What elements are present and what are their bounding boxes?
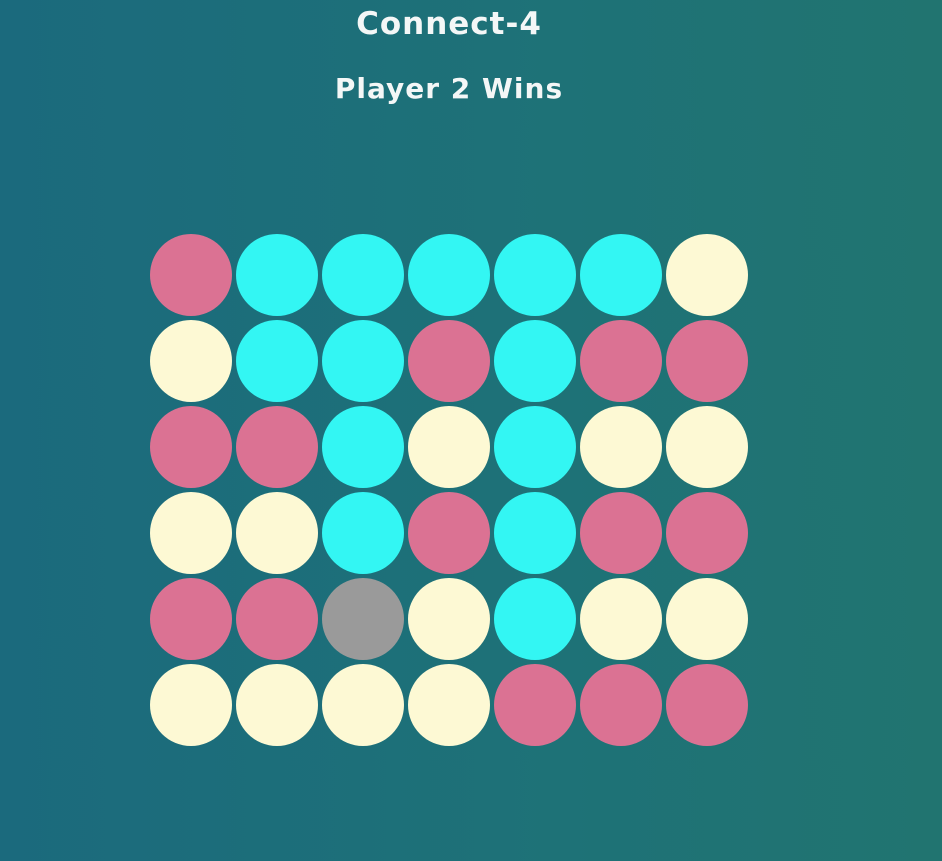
board-cell-r3-c2[interactable]: [236, 406, 318, 488]
board-cell-r1-c3[interactable]: [322, 234, 404, 316]
board-cell-r6-c6[interactable]: [580, 664, 662, 746]
board-cell-r3-c1[interactable]: [150, 406, 232, 488]
board-cell-r1-c4[interactable]: [408, 234, 490, 316]
board-cell-r6-c2[interactable]: [236, 664, 318, 746]
game-status: Player 2 Wins: [334, 72, 564, 105]
board-cell-r4-c4[interactable]: [408, 492, 490, 574]
board-cell-r2-c4[interactable]: [408, 320, 490, 402]
board-cell-r5-c4[interactable]: [408, 578, 490, 660]
board-cell-r2-c2[interactable]: [236, 320, 318, 402]
board-cell-r1-c1[interactable]: [150, 234, 232, 316]
board-cell-r2-c6[interactable]: [580, 320, 662, 402]
board-cell-r3-c6[interactable]: [580, 406, 662, 488]
board-cell-r2-c7[interactable]: [666, 320, 748, 402]
board-cell-r6-c3[interactable]: [322, 664, 404, 746]
board-cell-r5-c3[interactable]: [322, 578, 404, 660]
board-cell-r4-c2[interactable]: [236, 492, 318, 574]
board-cell-r5-c2[interactable]: [236, 578, 318, 660]
board-cell-r6-c4[interactable]: [408, 664, 490, 746]
board-cell-r5-c7[interactable]: [666, 578, 748, 660]
board-cell-r4-c6[interactable]: [580, 492, 662, 574]
board-cell-r4-c1[interactable]: [150, 492, 232, 574]
board-cell-r6-c5[interactable]: [494, 664, 576, 746]
game-title: Connect-4: [356, 6, 542, 42]
board-cell-r4-c5[interactable]: [494, 492, 576, 574]
board-cell-r3-c3[interactable]: [322, 406, 404, 488]
board-cell-r1-c2[interactable]: [236, 234, 318, 316]
board-cell-r5-c6[interactable]: [580, 578, 662, 660]
board-cell-r3-c4[interactable]: [408, 406, 490, 488]
board-cell-r2-c3[interactable]: [322, 320, 404, 402]
board-cell-r6-c7[interactable]: [666, 664, 748, 746]
board-cell-r3-c7[interactable]: [666, 406, 748, 488]
board-cell-r5-c5[interactable]: [494, 578, 576, 660]
board-cell-r2-c1[interactable]: [150, 320, 232, 402]
board-cell-r3-c5[interactable]: [494, 406, 576, 488]
board-cell-r4-c3[interactable]: [322, 492, 404, 574]
board-cell-r4-c7[interactable]: [666, 492, 748, 574]
board-cell-r1-c7[interactable]: [666, 234, 748, 316]
board-cell-r2-c5[interactable]: [494, 320, 576, 402]
board-cell-r6-c1[interactable]: [150, 664, 232, 746]
board-cell-r1-c6[interactable]: [580, 234, 662, 316]
board-cell-r1-c5[interactable]: [494, 234, 576, 316]
game-board: [150, 234, 748, 746]
board-cell-r5-c1[interactable]: [150, 578, 232, 660]
